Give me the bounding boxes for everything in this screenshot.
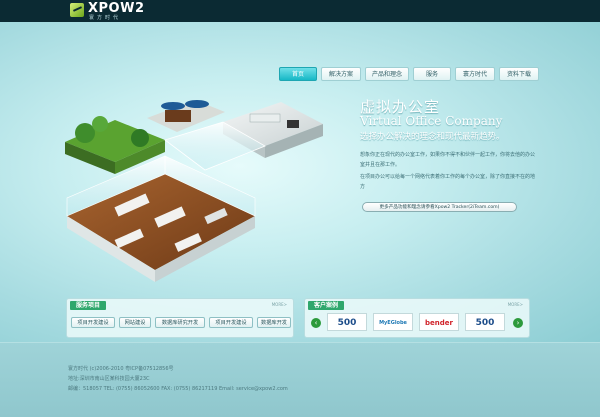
clients-panel: 客户案例 MORE> ‹ 500 MyEGlobe bender 500 › [304,298,530,338]
nav-about[interactable]: 寰方时代 [455,67,495,81]
services-title: 服务项目 [70,301,107,310]
virtual-office-illustration [55,100,325,285]
footer-copyright: 寰方时代 (c)2006-2010 粤ICP备07512856号 [68,366,174,372]
hero-paragraph-2: 在项目办公可以给每一个网络代表着你工作的每个办公室，除了你直接不在的地方 [360,174,536,190]
hero-title-en: Virtual Office Company [360,114,503,128]
client-logo[interactable]: bender [419,313,459,331]
client-logo[interactable]: 500 [465,313,505,331]
service-button[interactable]: 网站建设 [119,317,151,328]
arrow-left-icon[interactable]: ‹ [311,318,321,328]
footer-contact: 邮编：518057 TEL: (0755) 86052600 FAX: (075… [68,386,288,392]
footer: 寰方时代 (c)2006-2010 粤ICP备07512856号 地址:深圳市南… [0,342,600,417]
clients-more-link[interactable]: MORE> [508,302,523,307]
client-logo[interactable]: 500 [327,313,367,331]
clients-title: 客户案例 [308,301,345,310]
service-button[interactable]: 数据库开发 [257,317,291,328]
service-button[interactable]: 项目开发建设 [71,317,115,328]
hero-paragraph-1: 想象你正在现代的办公室工作，如果你不得不和伙伴一起工作，你将去他的办公室并且在那… [360,152,536,168]
service-button[interactable]: 项目开发建设 [209,317,253,328]
service-button[interactable]: 数据库研究开发 [155,317,205,328]
arrow-right-icon[interactable]: › [513,318,523,328]
client-logo[interactable]: MyEGlobe [373,313,413,331]
services-panel: 服务项目 MORE> 项目开发建设 网站建设 数据库研究开发 项目开发建设 数据… [66,298,294,338]
hero-tagline: 选择办公解决的理念和现代最新趋势。 [360,132,505,142]
footer-address: 地址:深圳市南山区某科技园大厦23C [68,376,150,382]
nav-solutions[interactable]: 解决方案 [321,67,361,81]
services-more-link[interactable]: MORE> [272,302,287,307]
nav-services[interactable]: 服务 [413,67,451,81]
nav-products[interactable]: 产品和理念 [365,67,409,81]
top-bar: XPOW2 寰方时代 [0,0,600,22]
logo-icon[interactable] [70,3,84,17]
nav-downloads[interactable]: 资料下载 [499,67,539,81]
more-info-button[interactable]: 更多产品功能和理念请参看Xpow2 Tracker(2iTeam.com) [362,202,517,212]
nav-home[interactable]: 首页 [279,67,317,81]
brand-subtitle: 寰方时代 [89,15,122,21]
